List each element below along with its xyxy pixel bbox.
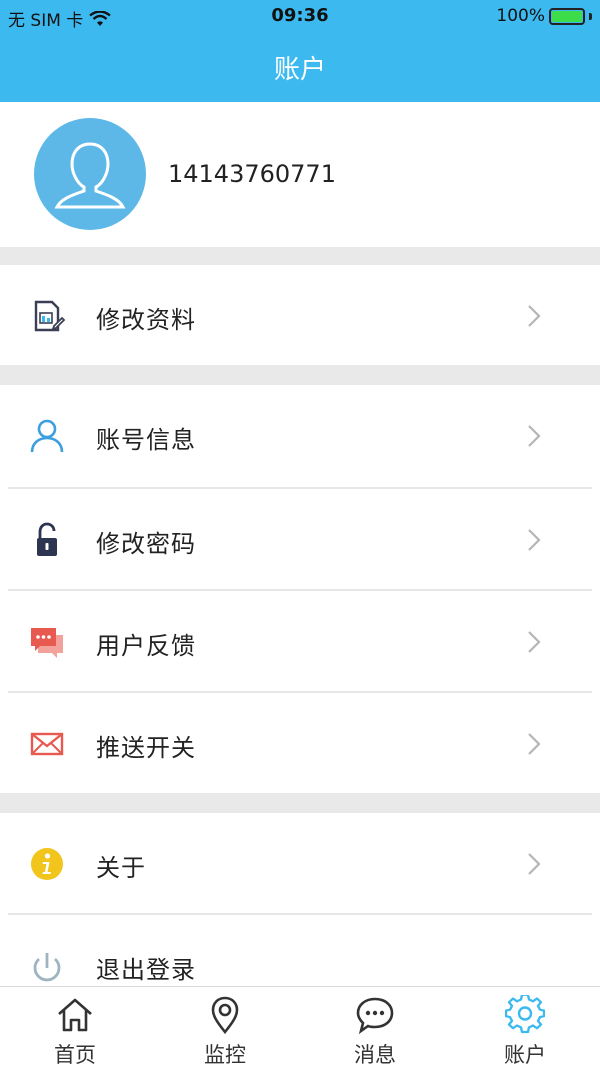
- tab-home[interactable]: 首页: [0, 987, 150, 1066]
- info-icon: [31, 848, 63, 880]
- menu-item-push-switch[interactable]: 推送开关: [0, 693, 600, 793]
- account-phone: 14143760771: [168, 160, 336, 188]
- battery-tip: [589, 12, 592, 20]
- gear-icon: [505, 995, 545, 1034]
- section-gap: [0, 247, 600, 265]
- chat-bubble-icon: [356, 997, 394, 1035]
- status-bar: 无 SIM 卡 09:36 100%: [0, 0, 600, 34]
- profile-header[interactable]: 14143760771: [0, 102, 600, 247]
- tab-label-messages: 消息: [354, 1043, 396, 1066]
- menu-label-feedback: 用户反馈: [96, 632, 196, 660]
- edit-document-icon: [34, 300, 66, 332]
- chevron-right-icon: [528, 305, 541, 327]
- menu-label-account-info: 账号信息: [96, 426, 196, 454]
- chevron-right-icon: [528, 853, 541, 875]
- page-title: 账户: [273, 55, 326, 85]
- tab-bar: 首页 监控 消息 账户: [0, 986, 600, 1066]
- menu-label-edit-profile: 修改资料: [96, 306, 196, 334]
- location-pin-icon: [211, 996, 239, 1035]
- battery-percent: 100%: [496, 6, 545, 26]
- menu-item-feedback[interactable]: 用户反馈: [0, 591, 600, 691]
- user-icon: [30, 419, 64, 453]
- chevron-right-icon: [528, 733, 541, 755]
- menu-item-edit-profile[interactable]: 修改资料: [0, 265, 600, 365]
- nav-bar: 账户: [0, 34, 600, 102]
- battery-fill: [552, 10, 582, 22]
- menu-label-push-switch: 推送开关: [96, 734, 196, 762]
- chevron-right-icon: [528, 529, 541, 551]
- battery-icon: [549, 7, 585, 25]
- menu-item-account-info[interactable]: 账号信息: [0, 385, 600, 485]
- chevron-right-icon: [528, 631, 541, 653]
- status-right: 100%: [496, 6, 592, 26]
- power-icon: [33, 953, 61, 982]
- user-silhouette-icon: [54, 142, 126, 209]
- lock-icon: [37, 522, 57, 556]
- home-icon: [58, 998, 92, 1032]
- envelope-icon: [30, 732, 64, 756]
- menu-label-logout: 退出登录: [96, 956, 196, 984]
- menu-label-about: 关于: [96, 854, 146, 882]
- section-gap: [0, 365, 600, 385]
- menu-label-change-password: 修改密码: [96, 530, 196, 558]
- menu-item-about[interactable]: 关于: [0, 813, 600, 913]
- feedback-chat-icon: [31, 628, 63, 658]
- tab-account[interactable]: 账户: [450, 987, 600, 1066]
- tab-label-monitor: 监控: [204, 1043, 246, 1066]
- section-gap: [0, 793, 600, 813]
- tab-monitor[interactable]: 监控: [150, 987, 300, 1066]
- avatar[interactable]: [34, 118, 146, 230]
- chevron-right-icon: [528, 425, 541, 447]
- menu-item-change-password[interactable]: 修改密码: [0, 489, 600, 589]
- menu-item-logout[interactable]: 退出登录: [0, 915, 600, 986]
- tab-label-account: 账户: [504, 1043, 546, 1066]
- tab-label-home: 首页: [54, 1043, 96, 1066]
- tab-messages[interactable]: 消息: [300, 987, 450, 1066]
